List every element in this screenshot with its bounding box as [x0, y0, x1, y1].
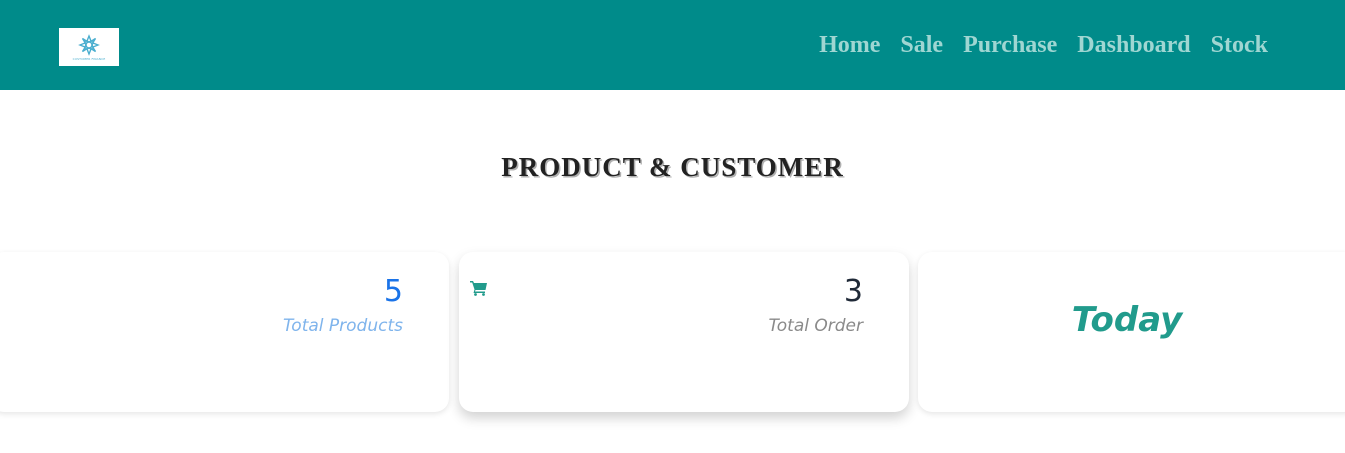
nav-link-sale[interactable]: Sale — [900, 32, 943, 59]
logo-emblem-icon — [78, 33, 100, 56]
total-order-label: Total Order — [768, 316, 863, 336]
shopping-cart-icon — [470, 281, 487, 296]
nav-link-home[interactable]: Home — [819, 32, 880, 59]
page-title: PRODUCT & CUSTOMER — [501, 152, 844, 183]
nav-link-purchase[interactable]: Purchase — [963, 32, 1057, 59]
total-order-value: 3 — [843, 274, 863, 309]
main-nav: Home Sale Purchase Dashboard Stock — [819, 28, 1268, 62]
total-products-label: Total Products — [283, 316, 403, 336]
total-order-card: 3 Total Order — [459, 252, 909, 412]
top-navbar: CUSTOMER FINANCE Home Sale Purchase Dash… — [0, 0, 1345, 90]
logo[interactable]: CUSTOMER FINANCE — [59, 28, 119, 66]
today-card: Today — [918, 252, 1345, 412]
today-label: Today — [1071, 300, 1183, 340]
nav-link-stock[interactable]: Stock — [1211, 32, 1268, 59]
total-products-value: 5 — [383, 274, 403, 309]
total-products-card: 5 Total Products — [0, 252, 449, 412]
nav-link-dashboard[interactable]: Dashboard — [1077, 32, 1190, 59]
logo-text: CUSTOMER FINANCE — [72, 56, 106, 61]
